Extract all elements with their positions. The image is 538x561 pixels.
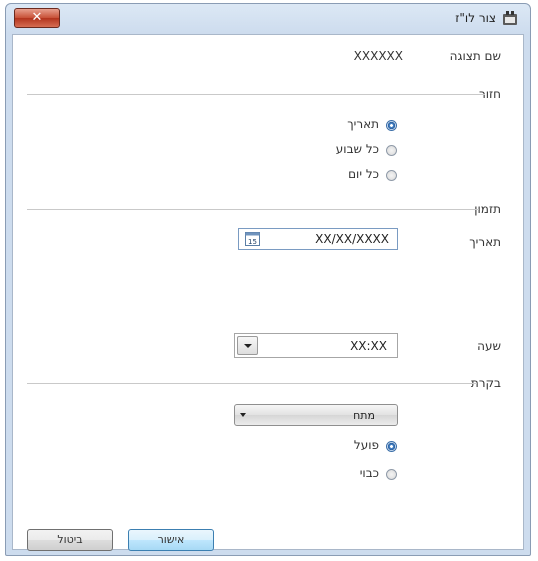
repeat-daily-radio[interactable]: [386, 170, 397, 181]
control-off-label: כבוי: [359, 466, 379, 480]
control-on-radio[interactable]: [386, 441, 397, 452]
cancel-button[interactable]: ביטול: [27, 529, 113, 551]
time-dropdown-button[interactable]: [237, 336, 258, 355]
ok-button[interactable]: אישור: [128, 529, 214, 551]
schedule-dialog: צור לו"ז ✕ שם תצוגה XXXXXX חזור תאריך כל…: [5, 3, 531, 556]
chevron-down-icon: [240, 413, 246, 417]
svg-text:15: 15: [248, 238, 257, 246]
display-name-value: XXXXXX: [353, 49, 403, 63]
schedule-app-icon: [502, 11, 518, 26]
calendar-icon[interactable]: 15: [245, 232, 260, 246]
date-label: תאריך: [469, 235, 501, 249]
repeat-date-label: תאריך: [347, 117, 379, 131]
repeat-daily-label: כל יום: [348, 167, 379, 181]
repeat-date-radio[interactable]: [386, 120, 397, 131]
timing-divider: [27, 209, 479, 210]
control-mode-dropdown[interactable]: מתח: [234, 404, 398, 426]
repeat-divider: [27, 94, 485, 95]
time-value: XX:XX: [350, 339, 387, 353]
close-button[interactable]: ✕: [14, 8, 60, 28]
title-bar: צור לו"ז ✕: [6, 4, 530, 34]
control-off-radio[interactable]: [386, 469, 397, 480]
repeat-weekly-radio[interactable]: [386, 145, 397, 156]
display-name-label: שם תצוגה: [449, 49, 501, 63]
control-mode-value: מתח: [353, 409, 375, 422]
repeat-weekly-label: כל שבוע: [335, 142, 379, 156]
time-label: שעה: [477, 339, 501, 353]
control-divider: [27, 383, 477, 384]
dialog-body: שם תצוגה XXXXXX חזור תאריך כל שבוע כל יו…: [12, 34, 524, 551]
window-title: צור לו"ז: [455, 11, 496, 25]
date-value: XX/XX/XXXX: [315, 232, 389, 246]
time-field[interactable]: XX:XX: [234, 333, 398, 358]
control-on-label: פועל: [353, 438, 379, 452]
date-field[interactable]: 15 XX/XX/XXXX: [238, 228, 398, 250]
